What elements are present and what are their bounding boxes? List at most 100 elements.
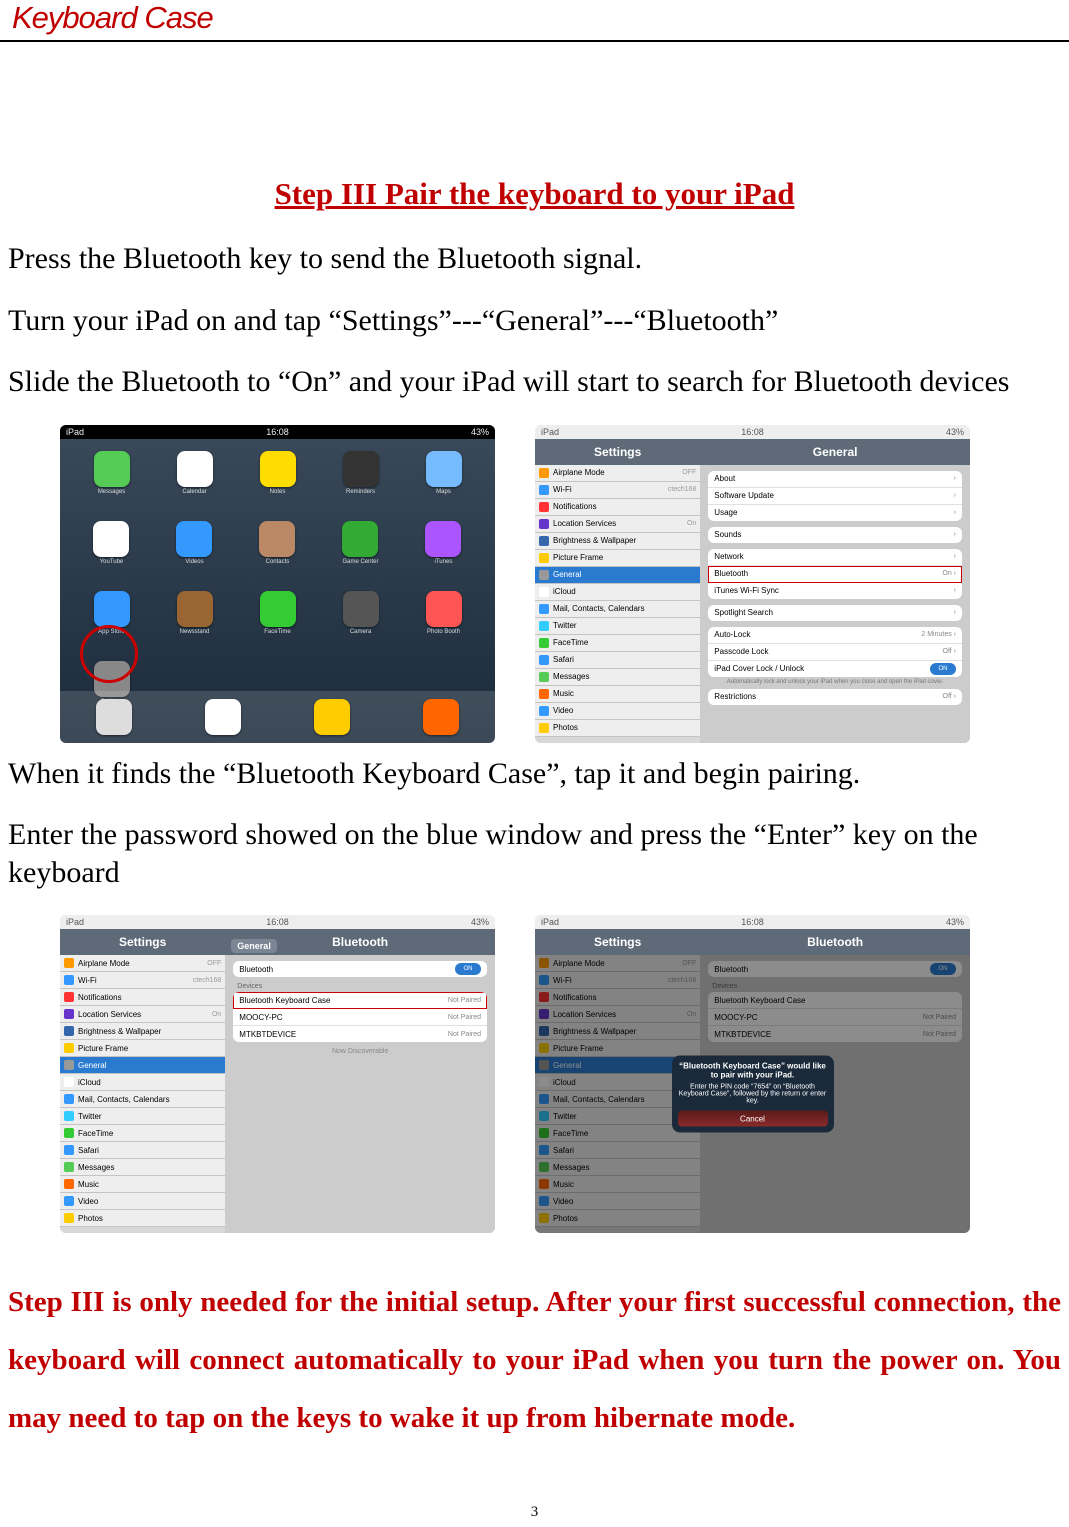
sidebar-music[interactable]: Music xyxy=(535,686,700,703)
sidebar-wifi[interactable]: Wi-Fictech168 xyxy=(535,482,700,499)
sidebar-location[interactable]: Location ServicesOn xyxy=(60,1006,225,1023)
bluetooth-detail: BluetoothON Devices Bluetooth Keyboard C… xyxy=(225,955,495,1233)
sidebar-notifications[interactable]: Notifications xyxy=(60,989,225,1006)
sidebar-music[interactable]: Music xyxy=(60,1176,225,1193)
cancel-button[interactable]: Cancel xyxy=(678,1111,828,1127)
app-camera[interactable] xyxy=(343,591,379,627)
device-row[interactable]: MOOCY-PCNot Paired xyxy=(233,1009,487,1026)
sidebar-messages[interactable]: Messages xyxy=(60,1159,225,1176)
back-button[interactable]: General xyxy=(231,939,277,953)
row-restrictions[interactable]: RestrictionsOff › xyxy=(708,689,962,705)
app-notes[interactable] xyxy=(260,451,296,487)
app-contacts[interactable] xyxy=(259,521,295,557)
row-software-update[interactable]: Software Update› xyxy=(708,488,962,505)
app-gamecenter[interactable] xyxy=(342,521,378,557)
status-battery: 43% xyxy=(946,427,964,437)
row-bluetooth-toggle[interactable]: BluetoothON xyxy=(233,961,487,977)
row-sounds[interactable]: Sounds› xyxy=(708,527,962,543)
app-youtube[interactable] xyxy=(93,521,129,557)
step-title: Step III Pair the keyboard to your iPad xyxy=(8,176,1061,212)
toggle-on[interactable]: ON xyxy=(455,963,481,975)
photos-icon xyxy=(539,723,549,733)
general-detail: About› Software Update› Usage› Sounds› N… xyxy=(700,465,970,743)
row-network[interactable]: Network› xyxy=(708,549,962,566)
app-maps[interactable] xyxy=(426,451,462,487)
app-label: YouTube xyxy=(93,559,129,565)
sidebar-mail[interactable]: Mail, Contacts, Calendars xyxy=(535,601,700,618)
status-battery: 43% xyxy=(471,917,489,927)
app-appstore[interactable] xyxy=(94,591,130,627)
sidebar-brightness[interactable]: Brightness & Wallpaper xyxy=(535,533,700,550)
page-header: Keyboard Case xyxy=(0,0,1069,42)
row-cover-lock[interactable]: iPad Cover Lock / UnlockON xyxy=(708,661,962,677)
toggle-on[interactable]: ON xyxy=(930,663,956,675)
app-messages[interactable] xyxy=(94,451,130,487)
sidebar-video[interactable]: Video xyxy=(535,703,700,720)
sidebar-general[interactable]: General xyxy=(60,1057,225,1074)
wifi-icon xyxy=(539,485,549,495)
app-facetime[interactable] xyxy=(260,591,296,627)
row-itunes-sync[interactable]: iTunes Wi-Fi Sync› xyxy=(708,583,962,599)
screenshot-bluetooth-list: iPad 16:08 43% Settings General Bluetoot… xyxy=(60,915,495,1233)
row-bluetooth[interactable]: BluetoothOn › xyxy=(708,566,962,583)
row-usage[interactable]: Usage› xyxy=(708,505,962,521)
device-row[interactable]: Bluetooth Keyboard CaseNot Paired xyxy=(233,992,487,1009)
app-newsstand[interactable] xyxy=(177,591,213,627)
nav-bar: Settings General Bluetooth xyxy=(60,929,495,955)
airplane-icon xyxy=(539,468,549,478)
dock-music[interactable] xyxy=(423,699,459,735)
mail-icon xyxy=(539,604,549,614)
sidebar-icloud[interactable]: iCloud xyxy=(60,1074,225,1091)
sidebar-safari[interactable]: Safari xyxy=(60,1142,225,1159)
app-reminders[interactable] xyxy=(343,451,379,487)
nav-title-right: General xyxy=(700,445,970,459)
sidebar-twitter[interactable]: Twitter xyxy=(60,1108,225,1125)
row-passcode[interactable]: Passcode LockOff › xyxy=(708,644,962,661)
app-label: iTunes xyxy=(425,559,461,565)
location-icon xyxy=(64,1009,74,1019)
dock-mail[interactable] xyxy=(205,699,241,735)
app-videos[interactable] xyxy=(176,521,212,557)
row-autolock[interactable]: Auto-Lock2 Minutes › xyxy=(708,627,962,644)
sidebar-picture-frame[interactable]: Picture Frame xyxy=(60,1040,225,1057)
row-about[interactable]: About› xyxy=(708,471,962,488)
facetime-icon xyxy=(539,638,549,648)
sidebar-safari[interactable]: Safari xyxy=(535,652,700,669)
sidebar-wifi[interactable]: Wi-Fictech168 xyxy=(60,972,225,989)
dock-photos[interactable] xyxy=(314,699,350,735)
sidebar-photos[interactable]: Photos xyxy=(535,720,700,737)
sidebar-location[interactable]: Location ServicesOn xyxy=(535,516,700,533)
sidebar-general[interactable]: General xyxy=(535,567,700,584)
sidebar-airplane[interactable]: Airplane ModeOFF xyxy=(60,955,225,972)
music-icon xyxy=(539,689,549,699)
sidebar-mail[interactable]: Mail, Contacts, Calendars xyxy=(60,1091,225,1108)
app-label: Photo Booth xyxy=(426,629,462,635)
photos-icon xyxy=(64,1213,74,1223)
sidebar-icloud[interactable]: iCloud xyxy=(535,584,700,601)
nav-title-left: Settings xyxy=(60,935,225,949)
app-photobooth[interactable] xyxy=(426,591,462,627)
dock-safari[interactable] xyxy=(96,699,132,735)
sidebar-photos[interactable]: Photos xyxy=(60,1210,225,1227)
app-calendar[interactable] xyxy=(177,451,213,487)
status-carrier: iPad xyxy=(541,917,559,927)
device-row[interactable]: MTKBTDEVICENot Paired xyxy=(233,1026,487,1042)
video-icon xyxy=(539,706,549,716)
row-spotlight[interactable]: Spotlight Search› xyxy=(708,605,962,621)
sidebar-facetime[interactable]: FaceTime xyxy=(535,635,700,652)
sidebar-picture-frame[interactable]: Picture Frame xyxy=(535,550,700,567)
sidebar-messages[interactable]: Messages xyxy=(535,669,700,686)
sidebar-airplane[interactable]: Airplane ModeOFF xyxy=(535,465,700,482)
sidebar-video[interactable]: Video xyxy=(60,1193,225,1210)
sidebar-brightness[interactable]: Brightness & Wallpaper xyxy=(60,1023,225,1040)
app-label: Reminders xyxy=(343,489,379,495)
sidebar-facetime[interactable]: FaceTime xyxy=(60,1125,225,1142)
sidebar-notifications[interactable]: Notifications xyxy=(535,499,700,516)
sidebar-twitter[interactable]: Twitter xyxy=(535,618,700,635)
final-note: Step III is only needed for the initial … xyxy=(8,1273,1061,1447)
app-itunes[interactable] xyxy=(425,521,461,557)
frame-icon xyxy=(64,1043,74,1053)
nav-title-right: Bluetooth xyxy=(700,935,970,949)
status-carrier: iPad xyxy=(541,427,559,437)
status-time: 16:08 xyxy=(266,427,289,437)
